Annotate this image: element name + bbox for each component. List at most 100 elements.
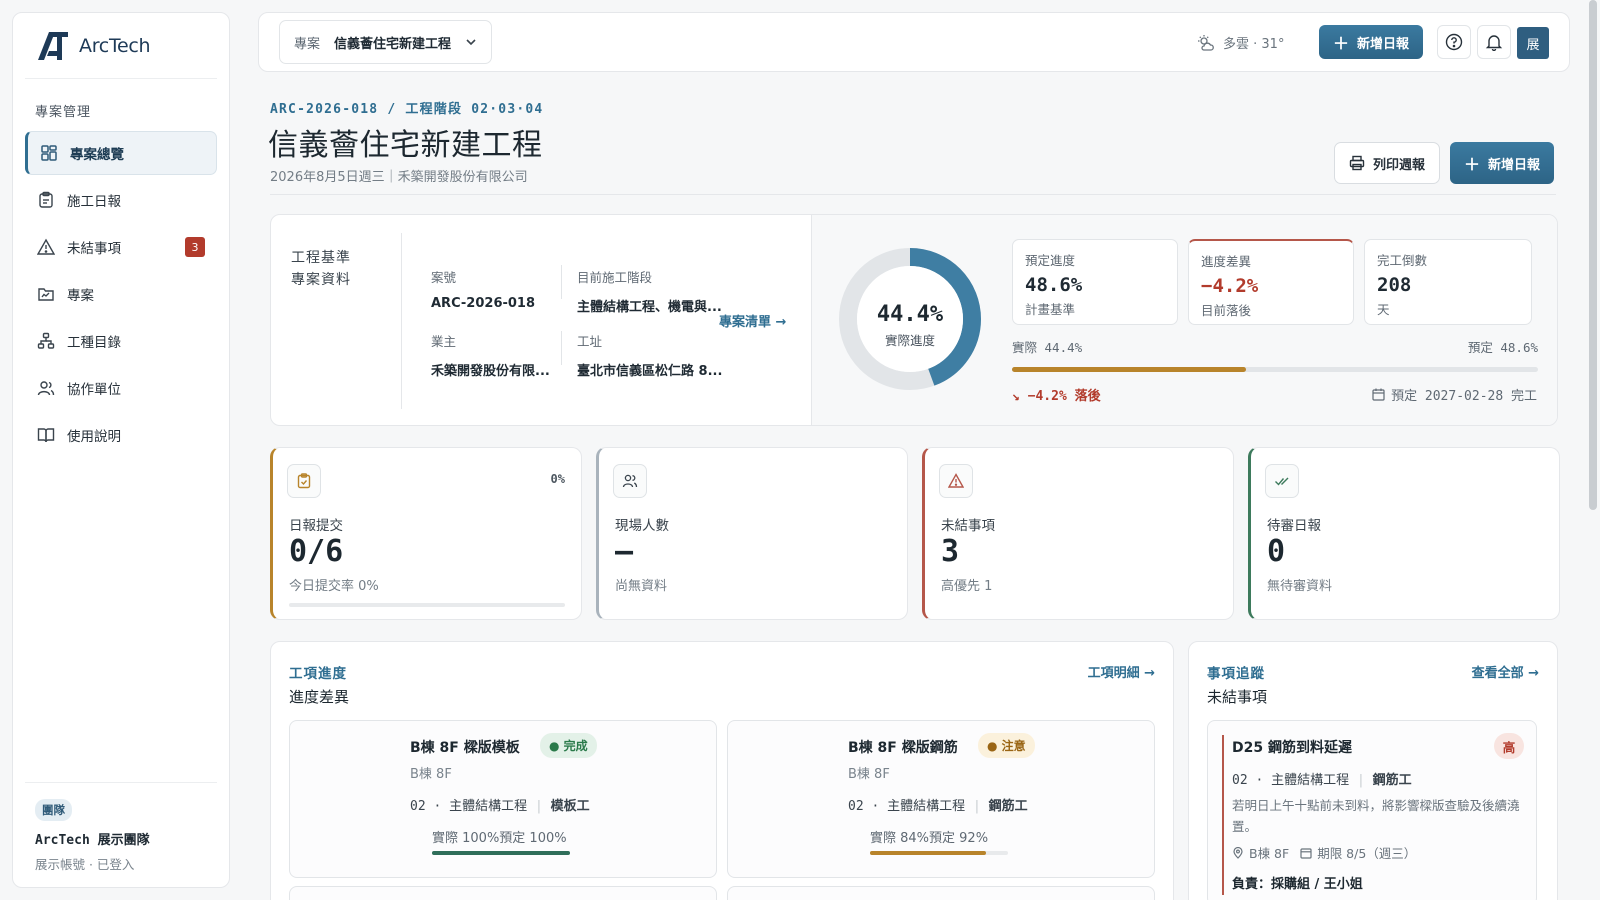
sidebar-item-label: 未結事項 [67,241,121,257]
status-badge: ● 注意 [978,733,1035,758]
printer-icon [1349,155,1365,171]
sidebar-item-trade-catalog[interactable]: 工種目錄 [25,319,217,363]
site-label: 工址 [577,334,603,349]
add-daily-log-header-button[interactable]: ＋ 新增日報 [1450,142,1555,184]
sidebar-item-label: 使用說明 [67,429,121,445]
kpi-sub: 今日提交率 0% [289,579,379,594]
chevron-down-icon [466,39,476,46]
overview-heading-line-1: 工程基準 [291,250,351,266]
sidebar-item-help[interactable]: 使用說明 [25,413,217,457]
weather-status: 多雲 · 31° [1197,33,1284,52]
clipboard-check-icon [287,464,321,498]
kpi-label: 日報提交 [289,518,343,534]
page-subtitle: 2026年8月5日週三｜禾築開發股份有限公司 [270,170,528,185]
user-avatar[interactable]: 展 [1517,27,1549,59]
project-overview-card: 工程基準 專案資料 案號 ARC-2026-018 目前施工階段 主體結構工程、… [270,214,1558,426]
site-value: 臺北市信義區松仁路 8... [577,364,723,379]
project-selector[interactable]: 專案 信義薈住宅新建工程 [279,20,493,64]
sidebar-item-daily-log[interactable]: 施工日報 [25,178,217,222]
variance-card: 進度差異 −4.2% 目前落後 [1188,239,1354,325]
plus-icon: ＋ [1464,155,1481,174]
issue-card[interactable]: D25 鋼筋到料延遲 高 02 · 主體結構工程 | 鋼筋工 若明日上午十點前未… [1207,720,1537,900]
overview-heading: 工程基準 專案資料 [291,247,351,291]
divider [270,194,1556,195]
issue-tracking-panel: 事項追蹤 未結事項 查看全部 → D25 鋼筋到料延遲 高 02 · 主體結構工… [1188,641,1558,900]
kpi-sub: 高優先 1 [941,579,993,594]
panel-title: 進度差異 [289,688,350,706]
help-button[interactable] [1437,25,1471,59]
project-list-link[interactable]: 專案清單 → [719,311,786,330]
add-daily-log-button[interactable]: ＋ 新增日報 [1319,25,1424,59]
warning-icon [37,238,55,256]
issue-phase: 02 · 主體結構工程 [1232,773,1350,788]
users-icon [613,464,647,498]
actual-progress-value: 44.4% [877,302,944,327]
phase-value: 主體結構工程、機電與... [577,300,722,315]
help-icon [1445,33,1463,51]
kpi-card-open-issues[interactable]: 未結事項 3 高優先 1 [922,447,1234,620]
add-daily-log-label: 新增日報 [1357,36,1410,52]
issue-description: 若明日上午十點前未到料，將影響樑版查驗及後續澆置。 [1232,798,1520,834]
sidebar-item-partners[interactable]: 協作單位 [25,366,217,410]
task-progress-fill [432,851,570,855]
team-name: ArcTech 展示團隊 [35,833,150,848]
issue-location-text: B棟 8F [1249,846,1290,861]
page-scrollbar[interactable] [1589,0,1597,510]
task-meta: 02 · 主體結構工程 | 模板工 [410,799,590,814]
sidebar-item-open-issues[interactable]: 未結事項 3 [25,225,217,269]
planned-label: 預定進度 [1025,253,1076,268]
kpi-value: 3 [941,534,960,569]
kpi-sub: 無待審資料 [1267,579,1333,594]
panel-eyebrow: 事項追蹤 [1207,666,1265,682]
sidebar-item-projects[interactable]: 專案 [25,272,217,316]
bell-icon [1485,35,1503,51]
project-selector-value: 信義薈住宅新建工程 [334,36,452,52]
book-icon [37,426,55,444]
print-label: 列印週報 [1373,157,1426,173]
issue-count-badge: 3 [185,237,205,257]
kpi-card-onsite-workers[interactable]: 現場人數 – 尚無資料 [596,447,908,620]
sidebar-item-label: 協作單位 [67,382,121,398]
task-phase: 02 · 主體結構工程 [848,799,966,814]
notifications-button[interactable] [1477,25,1511,59]
kpi-label: 未結事項 [941,518,995,534]
task-card[interactable]: B棟 8F 樑版鋼筋 ● 注意 B棟 8F 02 · 主體結構工程 | 鋼筋工 … [727,720,1155,878]
divider [401,233,402,409]
task-floor: B棟 8F [410,767,452,782]
weather-text: 多雲 · 31° [1223,37,1285,52]
brand-logo[interactable]: ArcTech [25,13,217,79]
work-detail-link[interactable]: 工項明細 → [1088,662,1155,681]
planned-value: 48.6% [1025,274,1083,296]
account-status: 展示帳號 · 已登入 [35,857,135,872]
task-progress-text: 實際 84%預定 92% [870,831,989,846]
due-date-text: 預定 2027-02-28 完工 [1391,389,1537,404]
overview-heading-line-2: 專案資料 [291,272,351,288]
actual-progress-label: 實際進度 [885,333,936,348]
issue-location: B棟 8F 期限 8/5（週三） [1232,843,1416,862]
task-card[interactable]: B棟 8F 樑版模板 ● 完成 B棟 8F 02 · 主體結構工程 | 模板工 … [289,720,717,878]
task-card[interactable] [289,886,717,900]
kpi-card-pending-review[interactable]: 待審日報 0 無待審資料 [1248,447,1560,620]
brand-name: ArcTech [79,34,151,57]
owner-value: 禾築開發股份有限... [431,364,550,379]
project-selector-label: 專案 [294,36,321,52]
task-progress-text: 實際 100%預定 100% [432,831,567,846]
print-weekly-report-button[interactable]: 列印週報 [1334,142,1441,184]
task-progress-fill [870,851,986,855]
warning-icon [939,464,973,498]
task-card[interactable] [727,886,1155,900]
task-meta: 02 · 主體結構工程 | 鋼筋工 [848,799,1028,814]
phase-field: 目前施工階段 主體結構工程、機電與... [577,267,722,315]
sidebar-item-label: 工種目錄 [67,335,121,351]
view-all-link[interactable]: 查看全部 → [1472,662,1539,681]
kpi-percent: 0% [550,472,565,486]
dashboard-icon [40,144,58,162]
folder-icon [37,285,55,303]
page-title: 信義薈住宅新建工程 [268,128,543,163]
progress-bar-labels: 實際 44.4% 預定 48.6% [1012,337,1538,356]
bar-actual-label: 實際 44.4% [1012,340,1083,355]
case-number-label: 案號 [431,270,457,285]
kpi-card-daily-submission[interactable]: 0% 日報提交 0/6 今日提交率 0% [270,447,582,620]
sidebar-item-overview[interactable]: 專案總覽 [25,131,217,175]
case-number-field: 案號 ARC-2026-018 [431,267,535,311]
